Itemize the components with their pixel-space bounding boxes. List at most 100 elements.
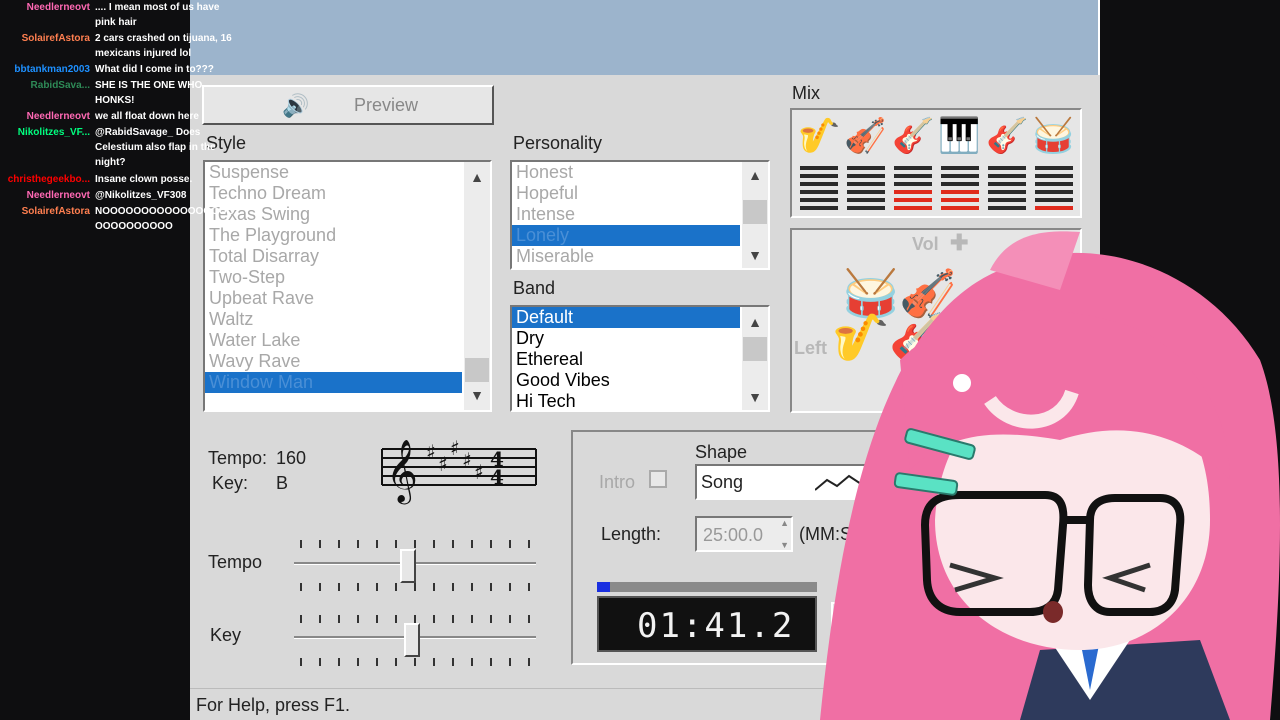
list-item[interactable]: Lonely [512, 225, 740, 246]
list-item[interactable]: Upbeat Rave [205, 288, 462, 309]
scroll-up-icon[interactable]: ▲ [464, 166, 490, 188]
chat-username[interactable]: christhegeekbo... [0, 172, 90, 187]
time-value: 01:41.2 [637, 606, 795, 646]
key-value: B [276, 473, 289, 493]
playback-progress [597, 582, 817, 592]
list-item[interactable]: Dry [512, 328, 740, 349]
mix-meter-segment [941, 166, 979, 170]
piano-icon[interactable]: 🎹 [938, 116, 980, 156]
list-item[interactable]: Hi Tech [512, 391, 740, 412]
style-items: Suspense Techno Dream Texas Swing The Playg… [205, 162, 490, 393]
style-scrollbar[interactable]: ▲ ▼ [464, 162, 490, 410]
length-input[interactable]: 25:00.0 ▲ ▼ [695, 516, 793, 552]
svg-text:𝄞: 𝄞 [386, 439, 418, 505]
band-label: Band [513, 278, 556, 298]
list-item[interactable]: Wavy Rave [205, 351, 462, 372]
shape-dropdown[interactable]: Song [695, 464, 895, 500]
style-listbox[interactable]: Suspense Techno Dream Texas Swing The Playg… [203, 160, 492, 412]
mix-meter[interactable] [1035, 166, 1073, 214]
list-item[interactable]: The Playground [205, 225, 462, 246]
mix-meter-segment [1035, 190, 1073, 194]
mix-meter-segment [847, 182, 885, 186]
mix-meter-segment [941, 190, 979, 194]
chat-username[interactable]: Needlerneovt [0, 188, 90, 203]
personality-scrollbar[interactable]: ▲ ▼ [742, 162, 768, 268]
list-item[interactable]: Good Vibes [512, 370, 740, 391]
plus-icon: ✚ [950, 230, 969, 255]
mix-meter[interactable] [988, 166, 1026, 214]
svg-text:♯: ♯ [450, 436, 460, 460]
mix-meter-segment [894, 182, 932, 186]
chat-username[interactable]: SolairefAstora [0, 31, 90, 46]
svg-text:♯: ♯ [426, 440, 436, 464]
mix-meter-segment [1035, 174, 1073, 178]
chat-username[interactable]: bbtankman2003 [0, 62, 90, 77]
speaker-icon: 🔊 [282, 93, 310, 118]
list-item[interactable]: Suspense [205, 162, 462, 183]
length-value: 25:00.0 [703, 525, 764, 545]
mix-meter-segment [941, 174, 979, 178]
scroll-up-icon[interactable]: ▲ [742, 164, 768, 186]
svg-text:♯: ♯ [438, 452, 448, 476]
list-item[interactable]: Default [512, 307, 740, 328]
band-listbox[interactable]: Default Dry Ethereal Good Vibes Hi Tech ▲ ▼ [510, 305, 770, 412]
mix-meter[interactable] [941, 166, 979, 214]
mix-meter-segment [847, 166, 885, 170]
list-item[interactable]: Ethereal [512, 349, 740, 370]
app-client-area: 🔊 Preview Style Suspense Techno Dream Texa… [190, 75, 1100, 720]
list-item[interactable]: Two-Step [205, 267, 462, 288]
key-slider-thumb[interactable] [404, 623, 421, 657]
mix-meter-segment [988, 166, 1026, 170]
mix-meter[interactable] [894, 166, 932, 214]
scroll-down-icon[interactable]: ▼ [464, 384, 490, 406]
mix-meter-segment [941, 206, 979, 210]
list-item[interactable]: Texas Swing [205, 204, 462, 225]
scroll-down-icon[interactable]: ▼ [742, 244, 768, 266]
spin-up-icon[interactable]: ▲ [780, 518, 789, 528]
violin-icon[interactable]: 🎻 [844, 116, 886, 156]
mix-meter-segment [941, 182, 979, 186]
tempo-ticks-top [300, 540, 535, 548]
spin-down-icon[interactable]: ▼ [780, 540, 789, 550]
tempo-slider-thumb[interactable] [400, 549, 417, 583]
list-item[interactable]: Waltz [205, 309, 462, 330]
tempo-slider-label: Tempo [208, 552, 263, 572]
guitar-icon[interactable]: 🎸 [892, 116, 934, 156]
mix-meter-segment [941, 198, 979, 202]
list-item[interactable]: Miserable [512, 246, 740, 267]
mix-meter[interactable] [847, 166, 885, 214]
stop-button[interactable] [831, 602, 887, 652]
chat-username[interactable]: RabidSava... [0, 78, 90, 93]
bass-icon[interactable]: 🎸 [986, 116, 1028, 156]
scroll-thumb[interactable] [465, 358, 489, 382]
list-item[interactable]: Window Man [205, 372, 462, 393]
stage-panel[interactable]: Vol ✚ Left 🥁🎻 🎷🎸🎹 [790, 228, 1082, 413]
scroll-thumb[interactable] [743, 337, 767, 361]
band-instruments-icon-2: 🎷🎸🎹 [832, 311, 1004, 363]
saxophone-icon[interactable]: 🎷 [798, 116, 840, 156]
mix-meter[interactable] [800, 166, 838, 214]
chat-username[interactable]: Nikolitzes_VF... [0, 125, 90, 140]
preview-button[interactable]: 🔊 Preview [202, 85, 494, 125]
chat-username[interactable]: Needlerneovt [0, 0, 90, 15]
scroll-up-icon[interactable]: ▲ [742, 311, 768, 333]
chat-username[interactable]: SolairefAstora [0, 204, 90, 219]
mix-meter-segment [800, 182, 838, 186]
mix-meter-segment [1035, 206, 1073, 210]
personality-items: Honest Hopeful Intense Lonely Miserable [512, 162, 768, 267]
list-item[interactable]: Honest [512, 162, 740, 183]
drums-icon[interactable]: 🥁 [1032, 116, 1074, 156]
personality-listbox[interactable]: Honest Hopeful Intense Lonely Miserable ▲ ▼ [510, 160, 770, 270]
intro-checkbox[interactable] [649, 470, 667, 488]
list-item[interactable]: Techno Dream [205, 183, 462, 204]
scroll-thumb[interactable] [743, 200, 767, 224]
mix-meter-segment [800, 190, 838, 194]
shape-panel: Intro Shape Song Length: 25:00.0 ▲ ▼ (MM… [571, 430, 895, 665]
band-scrollbar[interactable]: ▲ ▼ [742, 307, 768, 410]
list-item[interactable]: Water Lake [205, 330, 462, 351]
list-item[interactable]: Total Disarray [205, 246, 462, 267]
chat-username[interactable]: Needlerneovt [0, 109, 90, 124]
scroll-down-icon[interactable]: ▼ [742, 386, 768, 408]
list-item[interactable]: Intense [512, 204, 740, 225]
list-item[interactable]: Hopeful [512, 183, 740, 204]
